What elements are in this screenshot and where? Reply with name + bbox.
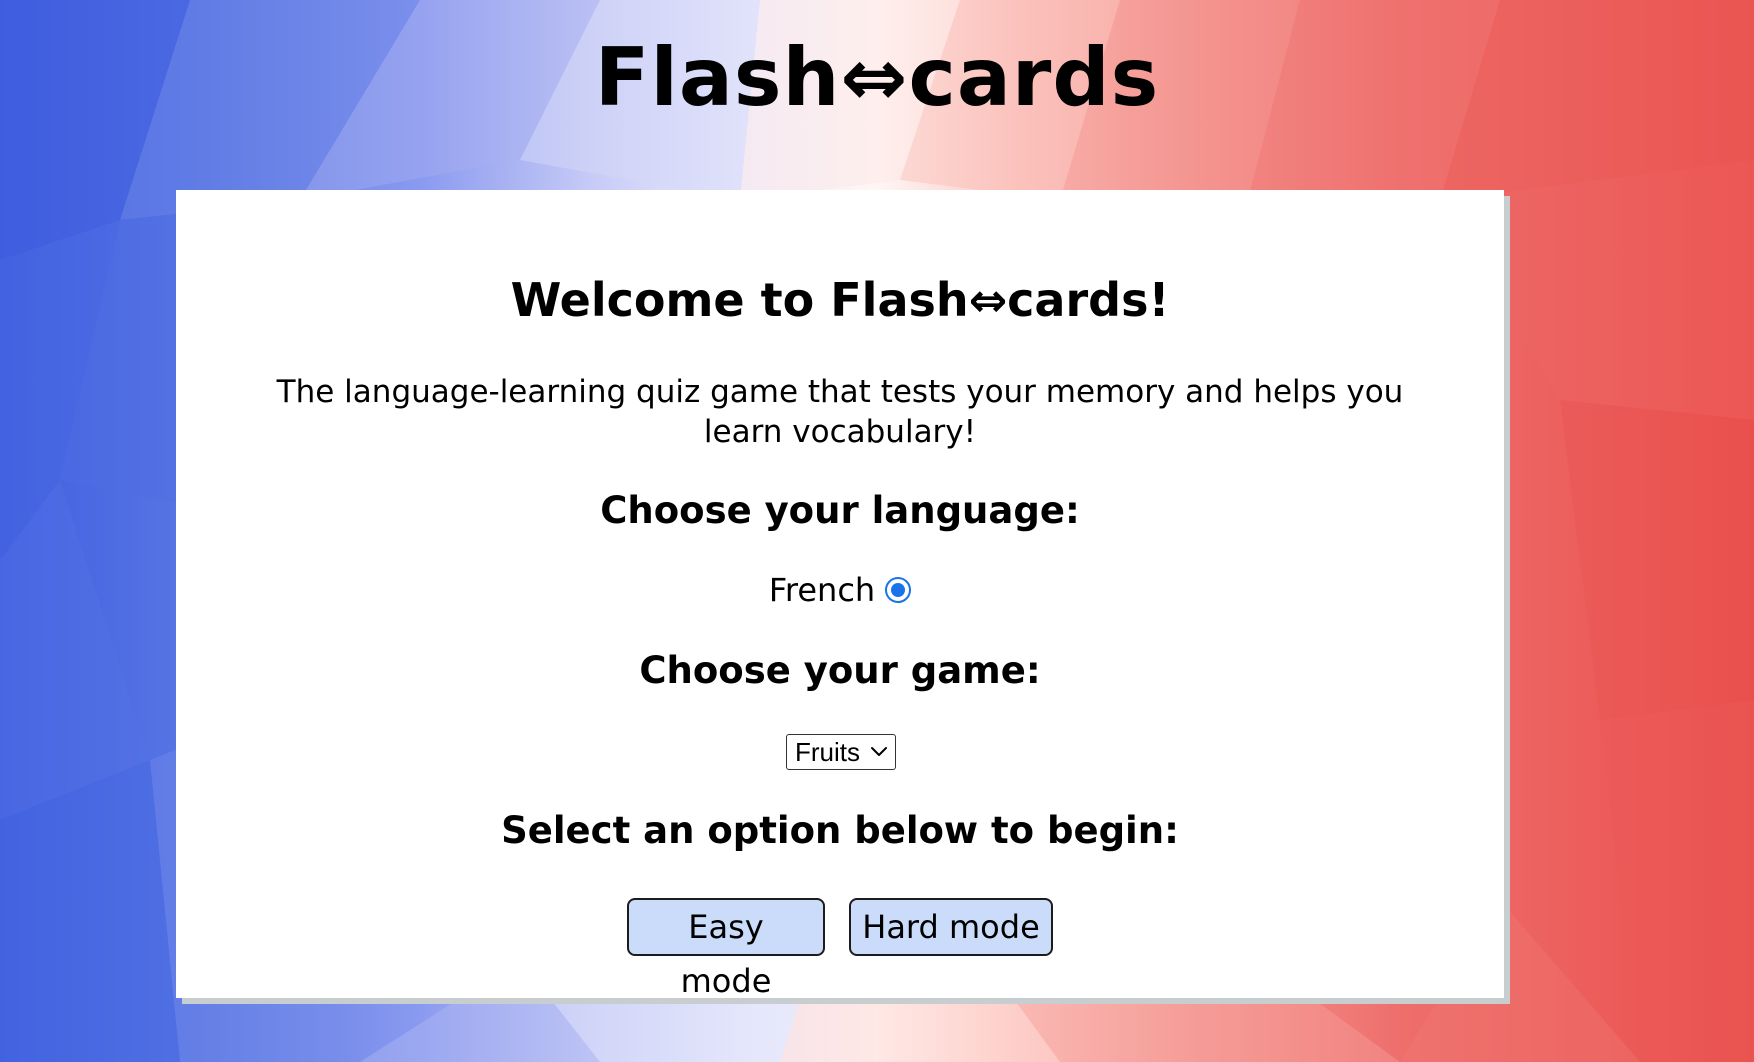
radio-selected-icon[interactable] — [885, 577, 912, 603]
game-select[interactable]: Fruits — [786, 734, 896, 770]
game-heading: Choose your game: — [639, 649, 1041, 692]
tagline: The language-learning quiz game that tes… — [276, 374, 1404, 450]
app-title: Flash⇔cards — [594, 31, 1160, 124]
language-label-french[interactable]: French — [769, 571, 875, 609]
easy-mode-button[interactable]: Easy mode — [627, 898, 825, 1000]
welcome-heading: Welcome to Flash⇔cards! — [510, 273, 1170, 327]
chevron-down-icon — [871, 747, 887, 756]
mode-buttons: Easy mode Hard mode — [176, 898, 1504, 1000]
radio-dot — [891, 583, 906, 597]
begin-heading: Select an option below to begin: — [501, 809, 1179, 852]
game-select-value: Fruits — [795, 736, 860, 767]
language-option-row: French — [176, 568, 1504, 612]
hard-mode-button[interactable]: Hard mode — [849, 898, 1053, 956]
language-heading: Choose your language: — [600, 489, 1080, 532]
welcome-card: Welcome to Flash⇔cards! The language-lea… — [176, 190, 1504, 1000]
